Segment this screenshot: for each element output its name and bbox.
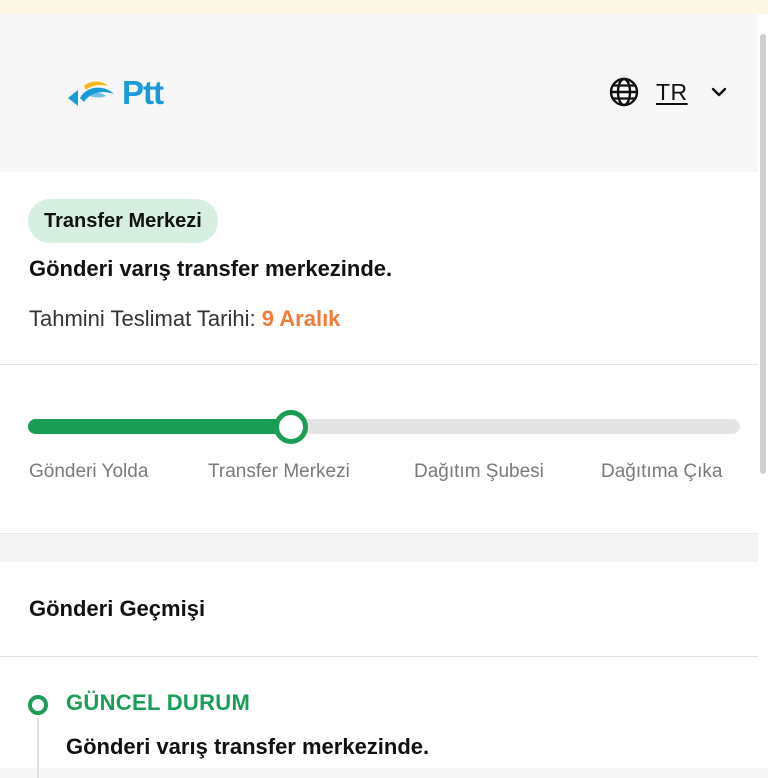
timeline-dot-icon xyxy=(28,695,48,715)
scrollbar-thumb[interactable] xyxy=(760,34,766,474)
eta-label: Tahmini Teslimat Tarihi: xyxy=(29,306,256,331)
progress-step-label: Transfer Merkezi xyxy=(208,461,350,482)
progress-step-label: Dağıtım Şubesi xyxy=(414,461,544,482)
progress-fill xyxy=(28,419,291,434)
language-code[interactable]: TR xyxy=(656,79,688,106)
estimated-delivery: Tahmini Teslimat Tarihi: 9 Aralık xyxy=(29,306,340,332)
header: Ptt TR xyxy=(0,14,768,172)
eta-date: 9 Aralık xyxy=(261,306,341,331)
status-title: Gönderi varış transfer merkezinde. xyxy=(29,256,393,281)
chevron-down-icon[interactable] xyxy=(708,81,730,103)
current-status-description: Gönderi varış transfer merkezinde. xyxy=(66,734,430,759)
ptt-logo[interactable]: Ptt xyxy=(64,74,164,112)
current-status-label: GÜNCEL DURUM xyxy=(66,690,251,715)
ptt-logo-icon xyxy=(68,81,114,106)
language-selector[interactable]: TR xyxy=(608,74,730,110)
status-badge: Transfer Merkezi xyxy=(28,199,218,243)
divider xyxy=(0,656,758,657)
top-strip xyxy=(0,0,768,14)
logo-text: Ptt xyxy=(122,74,164,111)
section-gap xyxy=(0,534,758,562)
progress-step-label: Dağıtıma Çıka xyxy=(601,461,723,482)
progress-card: Gönderi Yolda Transfer Merkezi Dağıtım Ş… xyxy=(0,365,758,534)
progress-step-label: Gönderi Yolda xyxy=(29,461,149,482)
progress-current-marker xyxy=(274,410,308,444)
history-title: Gönderi Geçmişi xyxy=(29,596,206,621)
timeline-line xyxy=(37,718,39,778)
globe-icon xyxy=(609,77,639,107)
scrollbar[interactable] xyxy=(758,14,768,768)
status-card: Transfer Merkezi Gönderi varış transfer … xyxy=(0,172,758,365)
shipment-history: Gönderi Geçmişi GÜNCEL DURUM Gönderi var… xyxy=(0,562,758,778)
